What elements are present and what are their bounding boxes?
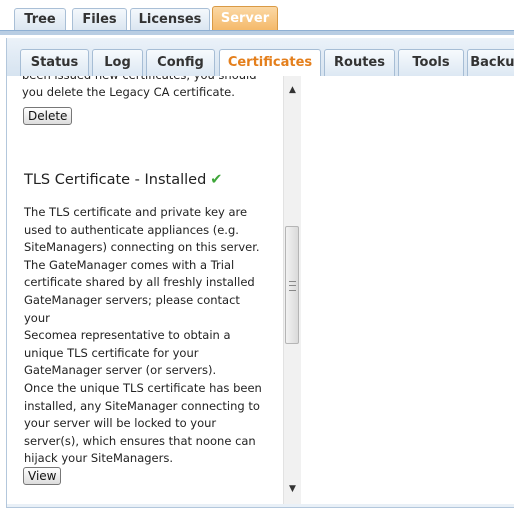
check-icon: ✔ bbox=[210, 172, 223, 188]
grip-icon bbox=[289, 281, 296, 291]
tab-files[interactable]: Files bbox=[72, 8, 127, 30]
legacy-ca-text: been issued new certificates, you should… bbox=[22, 76, 287, 101]
tls-line: your server will be locked to your bbox=[24, 416, 217, 431]
certificates-scroll-pane[interactable]: been issued new certificates, you should… bbox=[22, 76, 307, 504]
tls-line: The TLS certificate and private key are bbox=[24, 205, 248, 219]
scroll-down-icon[interactable]: ▼ bbox=[284, 481, 301, 498]
tls-line: certificate shared by all freshly instal… bbox=[24, 275, 255, 290]
tls-line: GateManager server (or servers). bbox=[24, 363, 217, 378]
tab-config[interactable]: Config bbox=[146, 49, 215, 76]
tls-description: The TLS certificate and private key are … bbox=[24, 204, 289, 468]
tab-licenses[interactable]: Licenses bbox=[130, 8, 210, 30]
top-tab-bar: Tree Files Licenses Server bbox=[0, 0, 514, 35]
tls-line: used to authenticate appliances (e.g. bbox=[24, 222, 239, 237]
tls-line: unique TLS certificate for your bbox=[24, 345, 199, 360]
scroll-up-icon[interactable]: ▲ bbox=[284, 82, 301, 99]
tab-server[interactable]: Server bbox=[212, 6, 278, 31]
tls-line: your bbox=[24, 310, 50, 325]
tab-log[interactable]: Log bbox=[92, 49, 143, 76]
tls-line: Secomea representative to obtain a bbox=[24, 328, 231, 343]
tls-heading-text: TLS Certificate - Installed bbox=[24, 172, 207, 188]
tab-routes[interactable]: Routes bbox=[324, 49, 395, 76]
tls-line: server(s), which ensures that noone can bbox=[24, 433, 256, 448]
tls-line: The GateManager comes with a Trial bbox=[24, 257, 235, 272]
vertical-scrollbar[interactable]: ▲ ▼ bbox=[283, 76, 301, 504]
delete-button[interactable]: Delete bbox=[23, 107, 73, 125]
tls-certificate-heading: TLS Certificate - Installed ✔ bbox=[24, 172, 222, 188]
tls-line: hijack your SiteManagers. bbox=[24, 451, 174, 466]
legacy-line: been issued new certificates, you should bbox=[22, 76, 287, 84]
top-tab-band bbox=[0, 30, 514, 35]
tab-certificates[interactable]: Certificates bbox=[219, 49, 321, 77]
tab-tools[interactable]: Tools bbox=[398, 49, 464, 76]
view-button[interactable]: View bbox=[23, 467, 62, 485]
tab-status[interactable]: Status bbox=[20, 49, 89, 76]
certificates-content: been issued new certificates, you should… bbox=[7, 76, 514, 504]
legacy-line: you delete the Legacy CA certificate. bbox=[22, 85, 235, 99]
tab-tree[interactable]: Tree bbox=[14, 8, 66, 30]
tls-line: SiteManagers) connecting on this server. bbox=[24, 240, 260, 255]
tls-line: GateManager servers; please contact bbox=[24, 292, 240, 307]
tls-line: installed, any SiteManager connecting to bbox=[24, 398, 260, 413]
scrollbar-thumb[interactable] bbox=[285, 226, 299, 344]
tls-line: Once the unique TLS certificate has been bbox=[24, 380, 262, 395]
tab-backup[interactable]: Backup bbox=[467, 49, 514, 76]
